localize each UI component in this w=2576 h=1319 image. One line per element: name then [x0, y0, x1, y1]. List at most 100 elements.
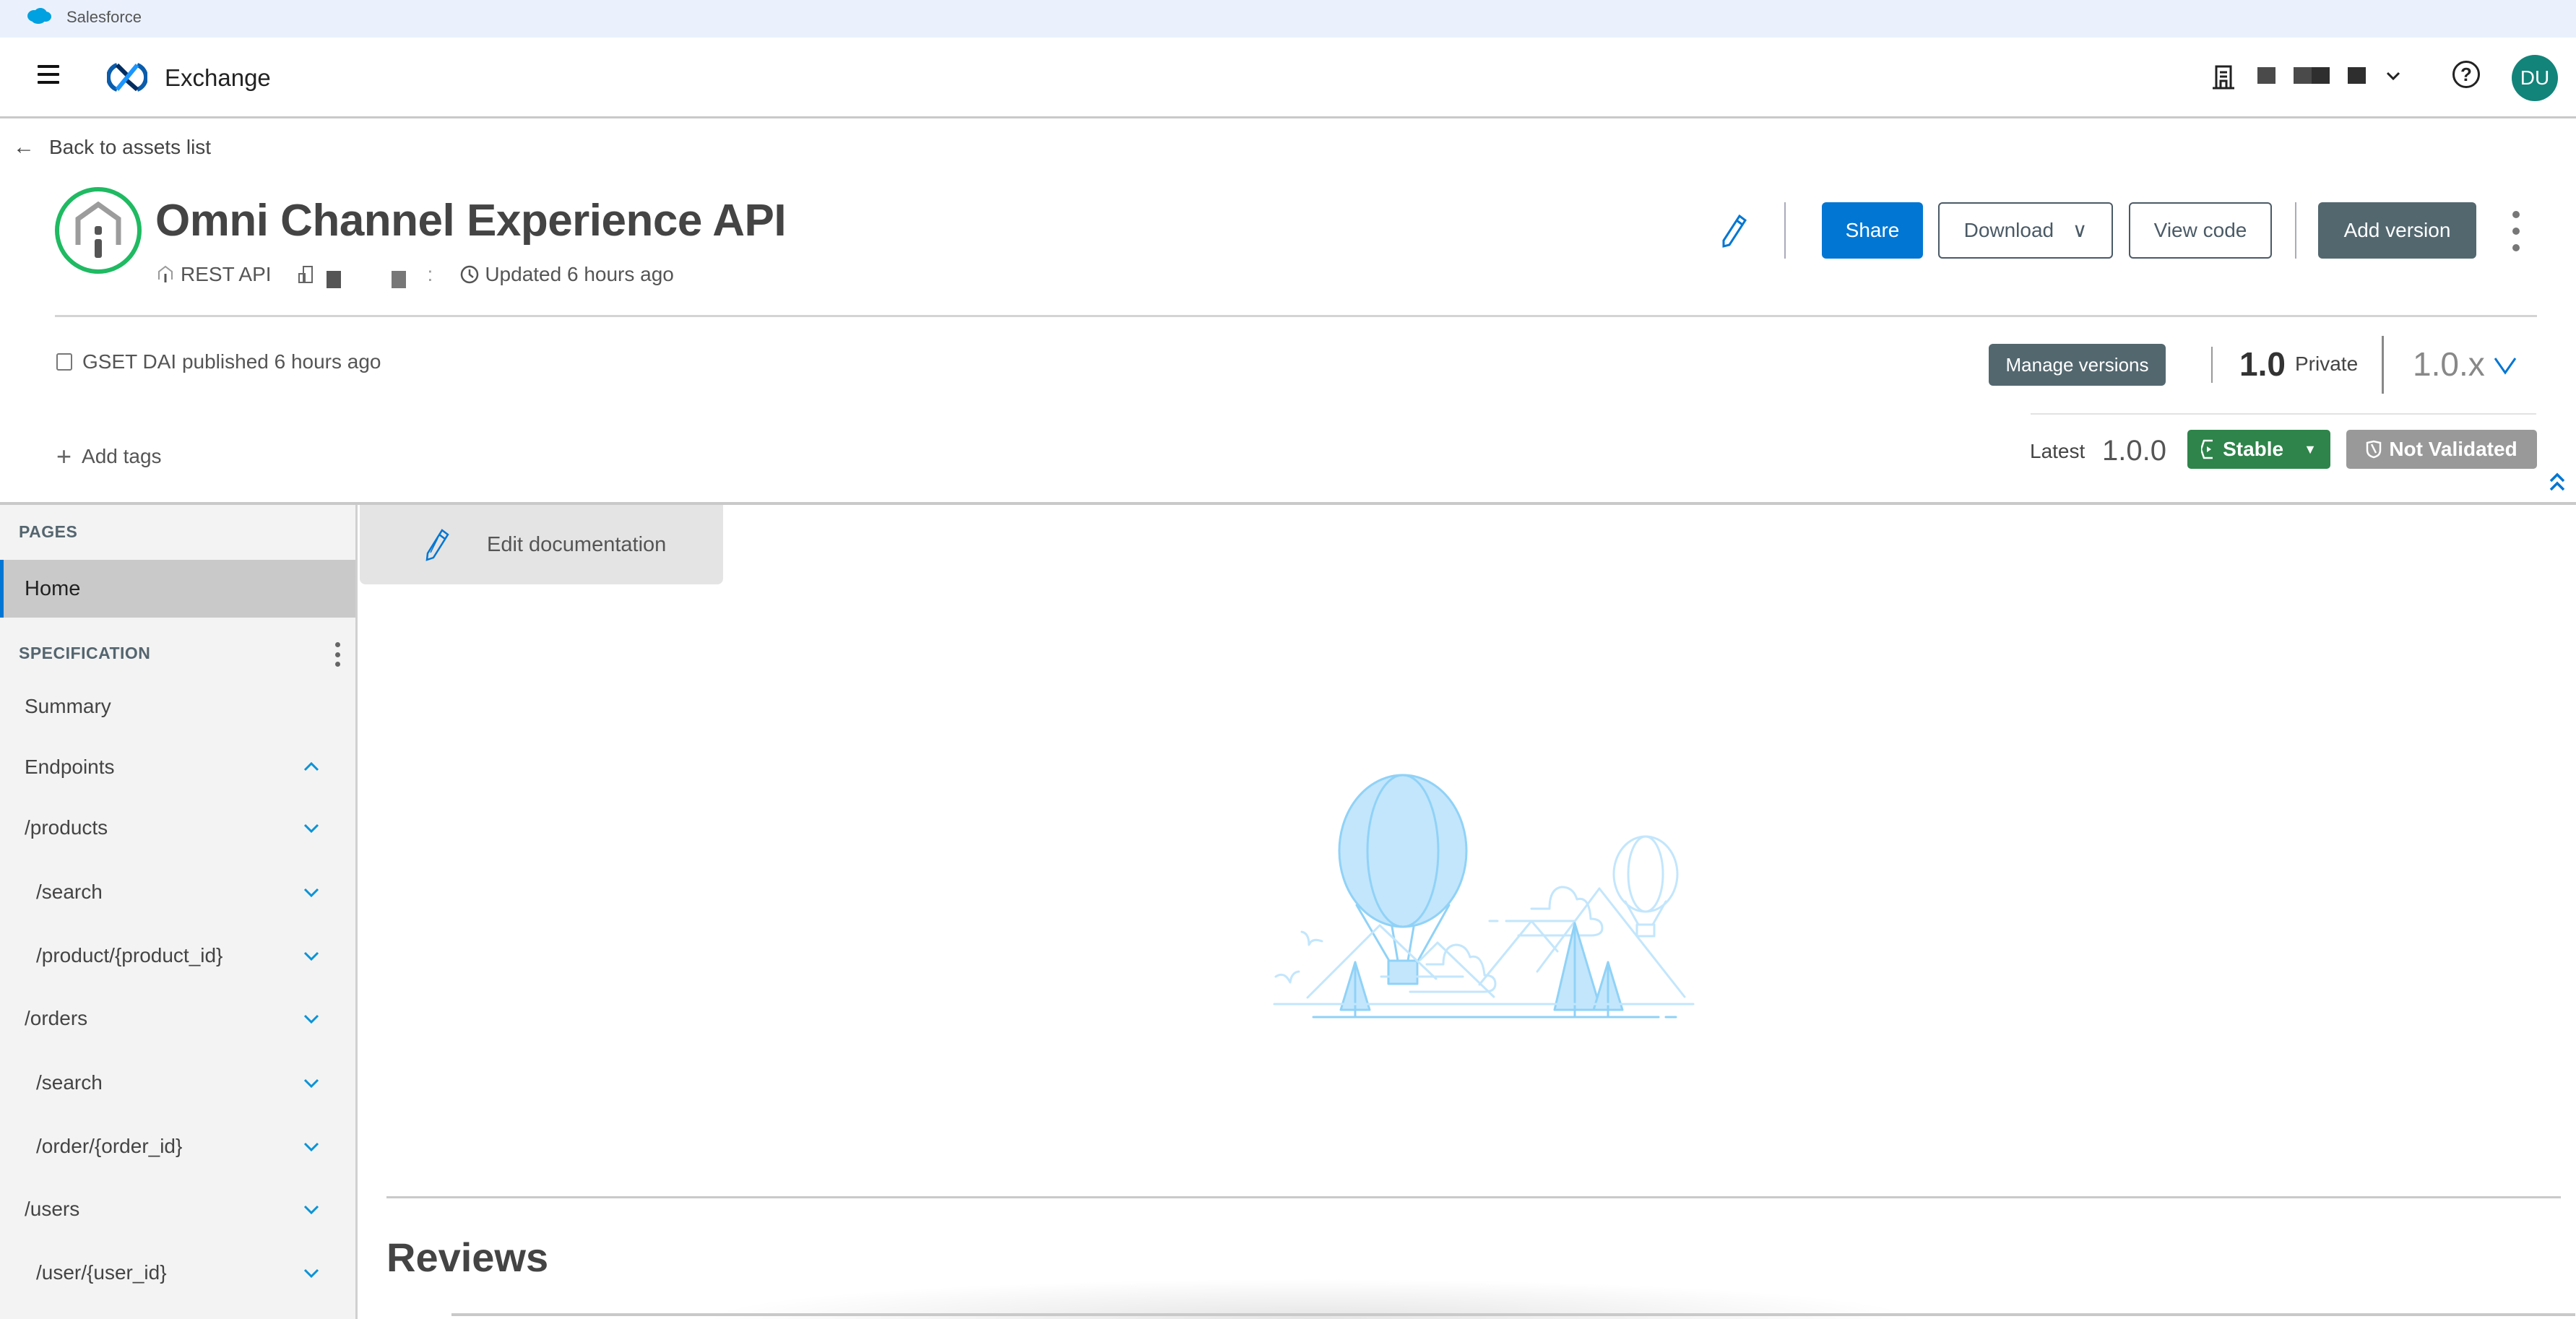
chevron-down-icon: ∨ — [2072, 219, 2088, 241]
add-version-button[interactable]: Add version — [2318, 202, 2476, 259]
asset-type-label: REST API — [181, 263, 272, 285]
latest-version: 1.0.0 — [2102, 435, 2166, 467]
redacted-org-text — [2257, 67, 2275, 84]
published-text: GSET DAI published 6 hours ago — [82, 350, 381, 373]
asset-type-icon — [55, 187, 142, 274]
updated-time: Updated 6 hours ago — [485, 263, 674, 285]
sidebar-item-users[interactable]: /users — [0, 1188, 355, 1231]
rest-api-house-icon — [75, 202, 121, 258]
arrow-left-icon: ← — [13, 135, 35, 159]
edit-documentation-label: Edit documentation — [487, 532, 667, 556]
back-to-assets-link[interactable]: ← Back to assets list — [13, 134, 211, 160]
chevron-down-icon[interactable] — [302, 1138, 321, 1155]
download-button[interactable]: Download ∨ — [1938, 202, 2113, 259]
rest-api-icon — [158, 265, 173, 282]
sidebar-item-summary[interactable]: Summary — [0, 685, 355, 728]
edit-pencil-icon[interactable] — [1719, 213, 1748, 249]
sidebar-item-label: /orders — [25, 1007, 88, 1029]
collapse-header-icon[interactable] — [2549, 471, 2566, 493]
validation-status-badge: Not Validated — [2346, 430, 2537, 469]
meta-separator: : — [427, 263, 433, 285]
validation-label: Not Validated — [2389, 438, 2517, 460]
reviews-panel-edge — [451, 1279, 2575, 1319]
chevron-down-icon[interactable] — [302, 819, 321, 836]
app-title: Exchange — [165, 64, 271, 91]
sidebar-item-home[interactable]: Home — [0, 560, 355, 618]
visibility-label: Private — [2295, 353, 2359, 375]
sidebar-item-orders[interactable]: /orders — [0, 997, 355, 1040]
asset-meta-row: REST API : Updated 6 hours ago — [157, 261, 674, 288]
chevron-down-icon[interactable] — [302, 1201, 321, 1218]
divider — [1784, 202, 1786, 259]
header-divider — [55, 315, 2537, 317]
share-button[interactable]: Share — [1822, 202, 1923, 259]
version-major: 1.0 — [2239, 345, 2286, 383]
chevron-down-icon[interactable] — [302, 883, 321, 901]
hamburger-icon[interactable] — [38, 65, 59, 87]
lifecycle-state-dropdown[interactable]: Stable ▼ — [2187, 430, 2330, 469]
user-avatar[interactable]: DU — [2512, 55, 2558, 101]
chevron-down-icon[interactable] — [302, 947, 321, 964]
sidebar-item-label: /product/{product_id} — [36, 944, 223, 966]
chevron-down-icon[interactable] — [2492, 354, 2518, 376]
sidebar-item-label: /users — [25, 1198, 80, 1220]
sidebar-item-products[interactable]: /products — [0, 806, 355, 849]
chevron-down-icon[interactable] — [2384, 66, 2403, 85]
divider — [2031, 413, 2536, 415]
divider — [2382, 336, 2384, 394]
building-icon[interactable] — [2213, 65, 2234, 90]
latest-label: Latest — [2030, 440, 2086, 462]
salesforce-cloud-icon — [27, 8, 51, 24]
caret-down-icon: ▼ — [2304, 442, 2317, 457]
lifecycle-icon — [2201, 439, 2213, 459]
add-tags-label: Add tags — [82, 445, 162, 467]
sidebar-item-products-search[interactable]: /search — [0, 870, 355, 914]
chevron-down-icon[interactable] — [302, 1074, 321, 1091]
redacted-org-text — [391, 271, 406, 288]
edit-documentation-button[interactable]: Edit documentation — [360, 505, 723, 584]
view-code-button[interactable]: View code — [2129, 202, 2272, 259]
plus-icon: + — [56, 441, 72, 471]
clock-icon — [461, 265, 479, 284]
specification-menu-kebab-icon[interactable] — [334, 642, 341, 667]
sidebar-item-label: /order/{order_id} — [36, 1135, 183, 1157]
calendar-icon — [56, 353, 72, 371]
building-icon — [298, 266, 313, 283]
pages-heading: PAGES — [19, 522, 78, 541]
sidebar-item-order-id[interactable]: /order/{order_id} — [0, 1125, 355, 1168]
sidebar-item-label: /search — [36, 1071, 103, 1094]
section-divider — [386, 1196, 2561, 1198]
pencil-icon — [425, 529, 449, 561]
manage-versions-button[interactable]: Manage versions — [1989, 344, 2166, 386]
sidebar-item-product-id[interactable]: /product/{product_id} — [0, 934, 355, 977]
download-label: Download — [1963, 219, 2054, 241]
back-link-label: Back to assets list — [49, 136, 212, 158]
lifecycle-label: Stable — [2223, 438, 2284, 460]
redacted-org-text — [326, 271, 341, 288]
more-actions-kebab-icon[interactable] — [2509, 211, 2523, 251]
sidebar-item-endpoints[interactable]: Endpoints — [0, 745, 355, 789]
divider — [2211, 347, 2213, 383]
help-icon[interactable]: ? — [2452, 61, 2480, 88]
sidebar-item-user-id[interactable]: /user/{user_id} — [0, 1251, 355, 1294]
reviews-heading: Reviews — [386, 1234, 549, 1280]
asset-title: Omni Channel Experience API — [155, 196, 787, 246]
sidebar: PAGES Home SPECIFICATION Summary Endpoin… — [0, 505, 358, 1319]
divider — [2295, 202, 2296, 259]
sidebar-item-label: /search — [36, 881, 103, 903]
hot-air-balloon-illustration — [1273, 774, 1695, 1019]
salesforce-label: Salesforce — [66, 8, 142, 26]
sidebar-item-label: /user/{user_id} — [36, 1261, 167, 1284]
chevron-down-icon[interactable] — [302, 1264, 321, 1281]
exchange-logo-icon — [107, 63, 147, 92]
published-info: GSET DAI published 6 hours ago — [56, 349, 381, 375]
add-tags-button[interactable]: + Add tags — [56, 444, 162, 470]
sidebar-item-label: Summary — [25, 695, 111, 717]
sidebar-item-orders-search[interactable]: /search — [0, 1061, 355, 1104]
version-selector[interactable]: 1.0.x — [2413, 342, 2485, 386]
redacted-org-text — [2294, 67, 2312, 84]
chevron-up-icon[interactable] — [302, 758, 321, 776]
app-nav-bar: Exchange ? DU — [0, 38, 2576, 118]
chevron-down-icon[interactable] — [302, 1010, 321, 1027]
sidebar-item-label: Endpoints — [25, 756, 115, 778]
